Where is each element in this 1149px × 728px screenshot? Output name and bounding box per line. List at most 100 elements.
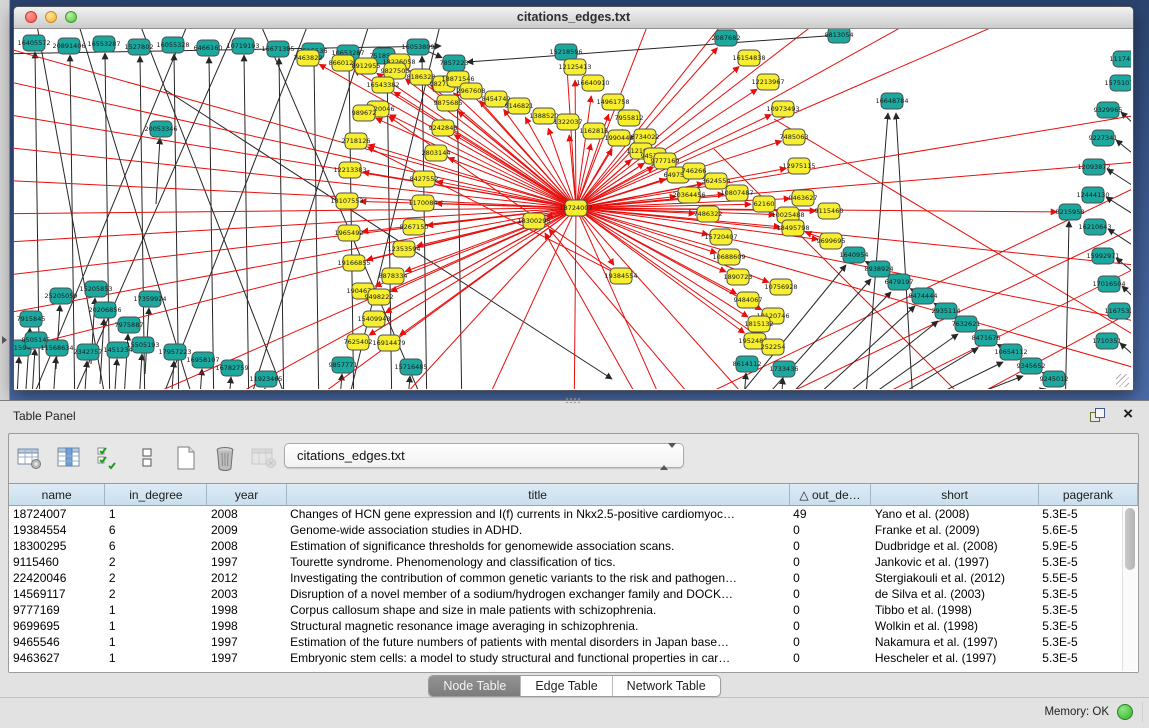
table-cell: Stergiakouli et al. (2012) xyxy=(871,570,1038,586)
graph-node-label: 16055328 xyxy=(156,41,189,49)
table-cell: 2 xyxy=(105,554,207,570)
table-scrollbar-thumb[interactable] xyxy=(1125,508,1135,570)
create-column-icon[interactable] xyxy=(171,443,201,473)
graph-node-label: 12444130 xyxy=(1076,191,1109,199)
graph-node-label: 9146821 xyxy=(505,102,534,110)
table-row[interactable]: 969969511998Structural magnetic resonanc… xyxy=(9,618,1138,634)
graph-node-label: 16210643 xyxy=(1078,223,1111,231)
graph-node-label: 8471676 xyxy=(972,334,1001,342)
table-cell: Estimation of the future numbers of pati… xyxy=(286,634,789,650)
table-select[interactable]: citations_edges.txt xyxy=(284,443,684,468)
background-edge xyxy=(56,305,60,369)
graph-node-label: 16958107 xyxy=(186,356,219,364)
graph-node-label: 7486322 xyxy=(694,210,723,218)
delete-column-icon[interactable] xyxy=(210,443,240,473)
memory-status-icon[interactable] xyxy=(1117,704,1133,720)
background-edge xyxy=(198,369,202,389)
graph-node-label: 15716485 xyxy=(394,363,427,371)
network-window-titlebar[interactable]: citations_edges.txt xyxy=(14,7,1133,29)
background-edge xyxy=(826,334,958,389)
background-edge xyxy=(314,60,319,389)
table-row[interactable]: 1872400712008Changes of HCN gene express… xyxy=(9,506,1138,523)
table-cell: 1 xyxy=(105,506,207,523)
graph-node-label: 25205059 xyxy=(44,292,77,300)
select-visible-columns-icon[interactable] xyxy=(93,443,123,473)
row-height-icon[interactable] xyxy=(132,443,162,473)
table-row[interactable]: 1456911722003Disruption of a novel membe… xyxy=(9,586,1138,602)
splitter-handle-icon[interactable] xyxy=(565,397,581,403)
table-cell: 49 xyxy=(789,506,871,523)
graph-node-label: 8938924 xyxy=(865,265,894,273)
graph-node-label: 9227341 xyxy=(1089,134,1118,142)
graph-node-label: 10756928 xyxy=(764,283,797,291)
graph-node-label: 18107553 xyxy=(330,197,363,205)
graph-node-label: 11568634 xyxy=(40,344,73,352)
table-row[interactable]: 1938455462009Genome-wide association stu… xyxy=(9,522,1138,538)
background-edge xyxy=(871,362,1003,389)
graph-node-label: 20053346 xyxy=(144,125,177,133)
column-header-pagerank[interactable]: pagerank xyxy=(1038,484,1137,506)
graph-node-label: 7485063 xyxy=(780,133,809,141)
graph-node-label: 9115460 xyxy=(815,207,844,215)
graph-node-label: 9329965 xyxy=(1094,106,1123,114)
table-row[interactable]: 946554611997Estimation of the future num… xyxy=(9,634,1138,650)
left-panel-strip xyxy=(0,0,10,400)
column-header-short[interactable]: short xyxy=(871,484,1038,506)
table-row[interactable]: 2242004622012Investigating the contribut… xyxy=(9,570,1138,586)
graph-node-label: 2718126 xyxy=(342,137,371,145)
graph-node-label: 12125413 xyxy=(558,63,591,71)
table-cell: 1997 xyxy=(207,554,286,570)
network-graph[interactable]: 1640557220891406165532871527802160553286… xyxy=(14,29,1131,389)
graph-node-label: 1117462 xyxy=(1110,55,1131,63)
column-header-year[interactable]: year xyxy=(207,484,286,506)
tab-network-table[interactable]: Network Table xyxy=(613,676,720,696)
delete-table-icon xyxy=(249,443,279,473)
graph-node-label: 9463627 xyxy=(789,194,818,202)
graph-node-label: 3624554 xyxy=(702,177,731,185)
column-header-title[interactable]: title xyxy=(286,484,789,506)
graph-node-label: 9498222 xyxy=(365,293,394,301)
graph-node-label: 1890723 xyxy=(724,273,753,281)
column-header-out_de[interactable]: △ out_de… xyxy=(789,484,871,506)
table-mode-icon[interactable] xyxy=(15,443,45,473)
graph-node-label: 1710351 xyxy=(1093,337,1122,345)
graph-node-label: 20206856 xyxy=(88,306,121,314)
graph-node-label: 62160 xyxy=(754,200,775,208)
background-edge xyxy=(549,229,714,389)
tab-edge-table[interactable]: Edge Table xyxy=(521,676,612,696)
graph-node-label: 8813054 xyxy=(825,31,854,39)
graph-node-label: 10688609 xyxy=(712,253,745,261)
graph-node-label: 1527802 xyxy=(125,43,154,51)
column-header-in_degree[interactable]: in_degree xyxy=(105,484,207,506)
table-select-value: citations_edges.txt xyxy=(297,448,405,463)
show-columns-icon[interactable] xyxy=(54,443,84,473)
table-cell: Jankovic et al. (1997) xyxy=(871,554,1038,570)
tab-node-table[interactable]: Node Table xyxy=(429,676,521,696)
background-edge xyxy=(742,373,746,389)
graph-node-label: 7632621 xyxy=(952,320,981,328)
table-scrollbar[interactable] xyxy=(1122,506,1137,671)
column-header-name[interactable]: name xyxy=(9,484,105,506)
graph-node-label: 16671385 xyxy=(261,45,294,53)
graph-node-label: 1170084 xyxy=(409,199,438,207)
float-panel-icon[interactable] xyxy=(1090,408,1105,422)
graph-node-label: 16553287 xyxy=(87,40,120,48)
graph-node-label: 14961758 xyxy=(596,98,629,106)
table-row[interactable]: 1830029562008Estimation of significance … xyxy=(9,538,1138,554)
table-cell: Disruption of a novel member of a sodium… xyxy=(286,586,789,602)
network-canvas[interactable]: 1640557220891406165532871527802160553286… xyxy=(14,29,1131,389)
graph-node-label: 15992971 xyxy=(1086,252,1119,260)
panel-collapse-icon[interactable] xyxy=(2,336,7,344)
resize-grip-icon[interactable] xyxy=(1116,374,1129,387)
background-edge xyxy=(209,57,214,389)
graph-edge xyxy=(368,145,571,207)
graph-node-label: 16648784 xyxy=(875,97,908,105)
table-row[interactable]: 911546021997Tourette syndrome. Phenomeno… xyxy=(9,554,1138,570)
close-panel-icon[interactable]: × xyxy=(1123,404,1133,424)
graph-node-label: 20891406 xyxy=(52,42,85,50)
table-row[interactable]: 977716911998Corpus callosum shape and si… xyxy=(9,602,1138,618)
table-row[interactable]: 946362711997Embryonic stem cells: a mode… xyxy=(9,650,1138,666)
graph-node-label: 7915845 xyxy=(17,315,46,323)
graph-node-label: 18495798 xyxy=(776,224,809,232)
table-cell: 1 xyxy=(105,602,207,618)
